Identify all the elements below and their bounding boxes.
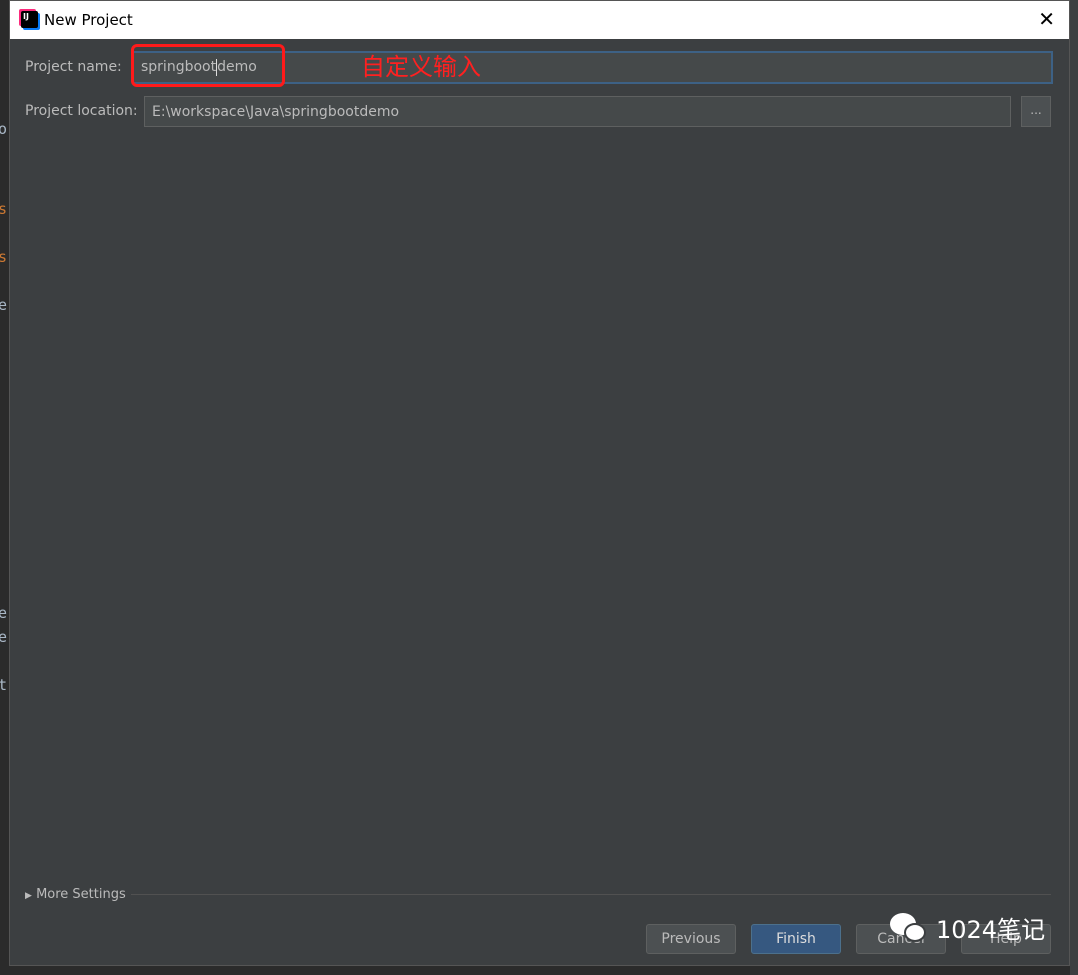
new-project-dialog: IJ New Project ✕ Project name: springboo… [9,0,1070,966]
browse-button[interactable]: ... [1021,96,1051,127]
more-settings-toggle[interactable]: ▶ More Settings [25,887,126,902]
triangle-right-icon: ▶ [25,891,32,901]
previous-button[interactable]: Previous [646,924,736,954]
ide-background-right [1070,0,1078,975]
annotation-text: 自定义输入 [361,53,481,81]
wechat-icon [890,912,928,943]
dialog-title: New Project [44,11,133,29]
ide-background-left: o s s e e e t [0,0,9,975]
annotation-highlight-box [131,44,285,87]
close-icon[interactable]: ✕ [1038,7,1055,31]
project-location-input[interactable]: E:\workspace\Java\springbootdemo [144,96,1011,127]
divider [131,894,1051,895]
project-location-label: Project location: [25,103,138,119]
project-name-label: Project name: [25,59,122,75]
more-settings-label: More Settings [36,887,126,902]
title-bar: IJ New Project ✕ [10,1,1069,39]
finish-button[interactable]: Finish [751,924,841,954]
watermark-text: 1024笔记 [936,916,1046,944]
watermark: 1024笔记 [890,910,1045,945]
intellij-icon: IJ [21,11,38,28]
